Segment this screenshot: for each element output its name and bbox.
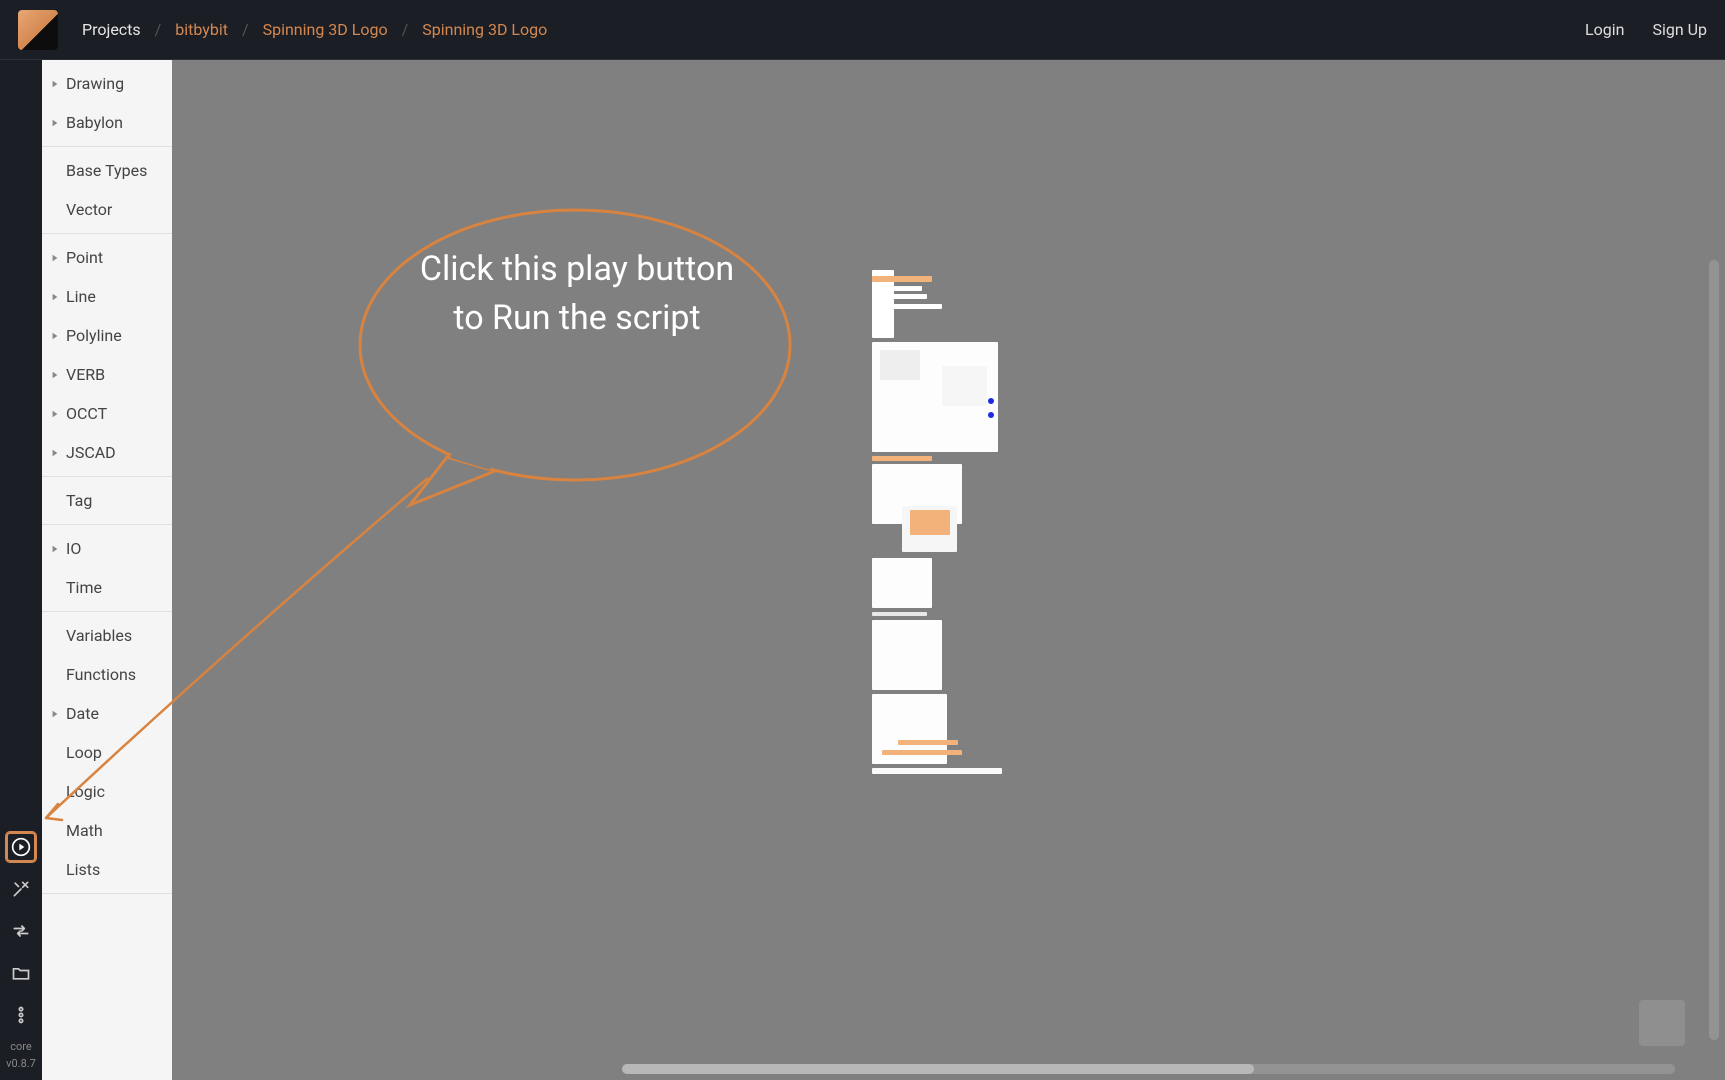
sidepanel-item-io[interactable]: IO bbox=[42, 529, 172, 568]
breadcrumb-item-0[interactable]: bitbybit bbox=[175, 20, 228, 39]
sidepanel-item-label: Loop bbox=[66, 743, 102, 762]
sidepanel-item-label: Tag bbox=[66, 491, 92, 510]
category-sidepanel[interactable]: DrawingBabylonBase TypesVectorPointLineP… bbox=[42, 60, 172, 1080]
left-tool-rail: core v0.8.7 bbox=[0, 60, 42, 1080]
expand-triangle-icon bbox=[50, 709, 60, 719]
sidepanel-item-functions[interactable]: Functions bbox=[42, 655, 172, 694]
minimap[interactable] bbox=[1639, 1000, 1685, 1046]
sidepanel-group: Tag bbox=[42, 477, 172, 525]
sidepanel-item-math[interactable]: Math bbox=[42, 811, 172, 850]
horizontal-scrollbar[interactable] bbox=[622, 1064, 1675, 1074]
core-label: core bbox=[10, 1040, 32, 1053]
sidepanel-item-label: Math bbox=[66, 821, 103, 840]
sidepanel-item-label: JSCAD bbox=[66, 443, 116, 462]
swap-horiz-icon bbox=[11, 921, 31, 941]
tools-icon bbox=[11, 879, 31, 899]
sidepanel-item-babylon[interactable]: Babylon bbox=[42, 103, 172, 142]
sidepanel-item-verb[interactable]: VERB bbox=[42, 355, 172, 394]
block-script-thumbnail bbox=[872, 270, 1002, 885]
app-header: Projects / bitbybit / Spinning 3D Logo /… bbox=[0, 0, 1725, 60]
folder-button[interactable] bbox=[6, 958, 36, 988]
breadcrumb-projects[interactable]: Projects bbox=[82, 20, 141, 39]
sidepanel-item-label: Line bbox=[66, 287, 96, 306]
sidepanel-item-label: Variables bbox=[66, 626, 132, 645]
sidepanel-item-variables[interactable]: Variables bbox=[42, 616, 172, 655]
sidepanel-item-label: OCCT bbox=[66, 404, 107, 423]
vertical-scrollbar[interactable] bbox=[1709, 260, 1719, 1040]
breadcrumb-item-1[interactable]: Spinning 3D Logo bbox=[263, 20, 388, 39]
sidepanel-item-label: Time bbox=[66, 578, 102, 597]
vertical-scrollbar-thumb[interactable] bbox=[1709, 260, 1719, 1040]
sidepanel-item-label: Functions bbox=[66, 665, 136, 684]
breadcrumb-sep: / bbox=[155, 20, 162, 39]
expand-triangle-icon bbox=[50, 79, 60, 89]
sidepanel-item-point[interactable]: Point bbox=[42, 238, 172, 277]
app-root: Projects / bitbybit / Spinning 3D Logo /… bbox=[0, 0, 1725, 1080]
sidepanel-group: Base Types Vector bbox=[42, 147, 172, 234]
sidepanel-item-label: Lists bbox=[66, 860, 100, 879]
play-icon bbox=[11, 837, 31, 857]
sidepanel-item-tag[interactable]: Tag bbox=[42, 481, 172, 520]
sidepanel-item-label: IO bbox=[66, 539, 81, 558]
sidepanel-item-time[interactable]: Time bbox=[42, 568, 172, 607]
sidepanel-item-label: Babylon bbox=[66, 113, 123, 132]
tools-button[interactable] bbox=[6, 874, 36, 904]
folder-icon bbox=[11, 963, 31, 983]
sidepanel-item-polyline[interactable]: Polyline bbox=[42, 316, 172, 355]
expand-triangle-icon bbox=[50, 118, 60, 128]
expand-triangle-icon bbox=[50, 253, 60, 263]
sidepanel-item-label: Base Types bbox=[66, 161, 147, 180]
sidepanel-item-occt[interactable]: OCCT bbox=[42, 394, 172, 433]
sidepanel-group: Point Line Polyline VERB OCCT JSCAD bbox=[42, 234, 172, 477]
sidepanel-item-label: Polyline bbox=[66, 326, 122, 345]
sidepanel-item-jscad[interactable]: JSCAD bbox=[42, 433, 172, 472]
sidepanel-item-drawing[interactable]: Drawing bbox=[42, 64, 172, 103]
sidepanel-item-logic[interactable]: Logic bbox=[42, 772, 172, 811]
version-label: v0.8.7 bbox=[6, 1057, 36, 1070]
sidepanel-group: IO Time bbox=[42, 525, 172, 612]
sidepanel-item-loop[interactable]: Loop bbox=[42, 733, 172, 772]
more-button[interactable] bbox=[6, 1000, 36, 1030]
expand-triangle-icon bbox=[50, 448, 60, 458]
app-logo[interactable] bbox=[18, 10, 58, 50]
sidepanel-item-label: Drawing bbox=[66, 74, 124, 93]
expand-triangle-icon bbox=[50, 292, 60, 302]
sidepanel-item-lists[interactable]: Lists bbox=[42, 850, 172, 889]
breadcrumb-sep: / bbox=[402, 20, 409, 39]
expand-triangle-icon bbox=[50, 544, 60, 554]
swap-button[interactable] bbox=[6, 916, 36, 946]
sidepanel-item-label: Logic bbox=[66, 782, 105, 801]
sidepanel-item-label: VERB bbox=[66, 365, 105, 384]
sidepanel-item-line[interactable]: Line bbox=[42, 277, 172, 316]
sidepanel-group: Variables Functions Date Loop Logic Math Lists bbox=[42, 612, 172, 894]
horizontal-scrollbar-thumb[interactable] bbox=[622, 1064, 1254, 1074]
expand-triangle-icon bbox=[50, 409, 60, 419]
sidepanel-group: Drawing Babylon bbox=[42, 60, 172, 147]
sidepanel-item-date[interactable]: Date bbox=[42, 694, 172, 733]
run-script-button[interactable] bbox=[6, 832, 36, 862]
breadcrumb-item-2[interactable]: Spinning 3D Logo bbox=[422, 20, 547, 39]
breadcrumb-sep: / bbox=[242, 20, 249, 39]
more-vert-icon bbox=[11, 1005, 31, 1025]
sidepanel-item-label: Date bbox=[66, 704, 99, 723]
workspace-canvas[interactable] bbox=[172, 60, 1725, 1080]
sidepanel-item-label: Point bbox=[66, 248, 103, 267]
sidepanel-item-vector[interactable]: Vector bbox=[42, 190, 172, 229]
expand-triangle-icon bbox=[50, 331, 60, 341]
sidepanel-item-label: Vector bbox=[66, 200, 112, 219]
signup-link[interactable]: Sign Up bbox=[1652, 20, 1707, 39]
sidepanel-item-base-types[interactable]: Base Types bbox=[42, 151, 172, 190]
expand-triangle-icon bbox=[50, 370, 60, 380]
breadcrumb: Projects / bitbybit / Spinning 3D Logo /… bbox=[82, 20, 547, 39]
login-link[interactable]: Login bbox=[1585, 20, 1624, 39]
